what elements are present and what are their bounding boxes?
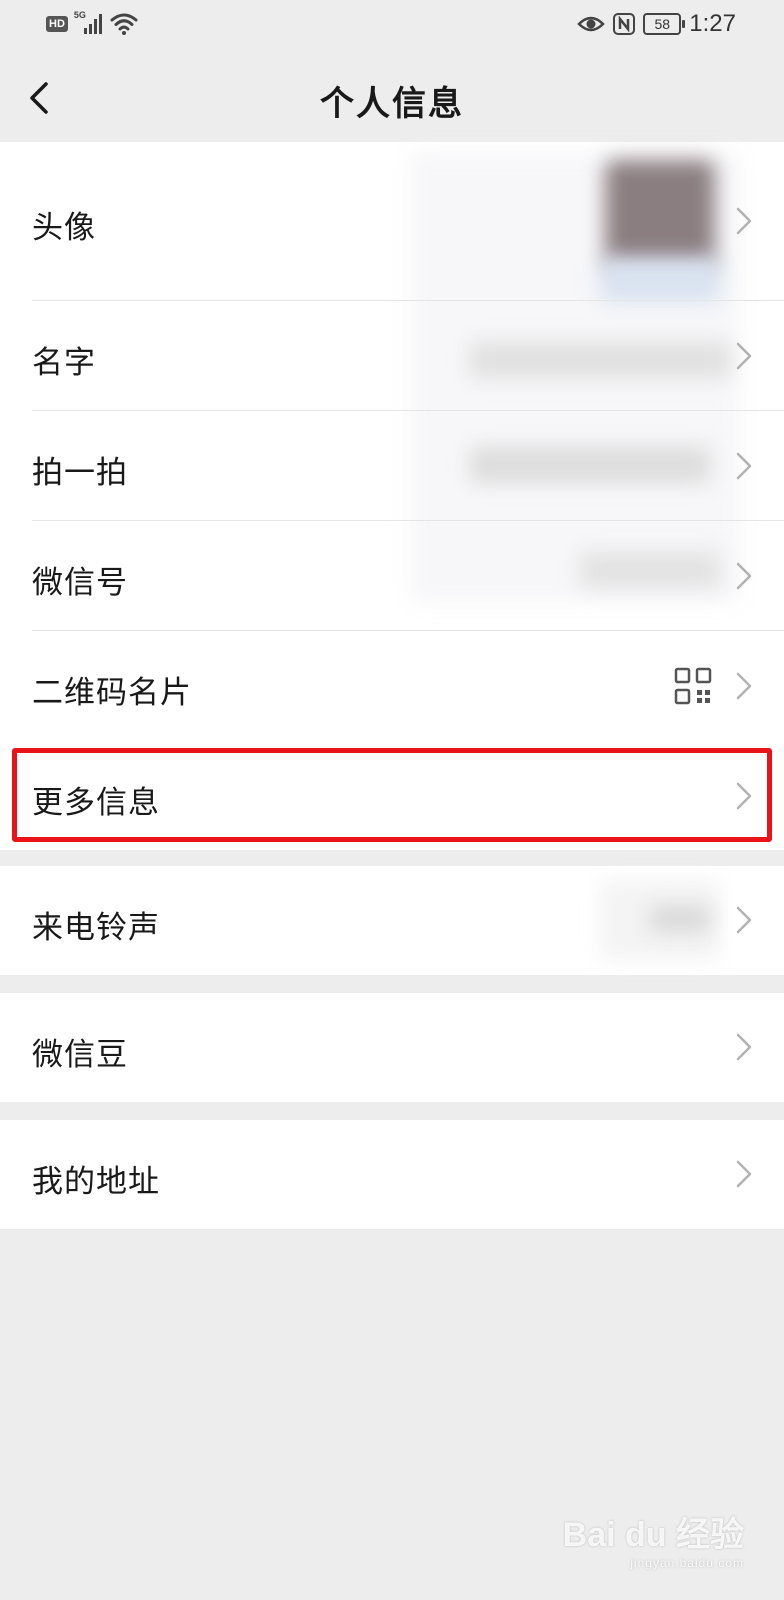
status-bar: HD 5G 58 1:27	[0, 0, 784, 50]
chevron-right-icon	[736, 342, 752, 370]
row-label: 更多信息	[32, 785, 160, 821]
row-label: 我的地址	[32, 1164, 160, 1200]
row-qr-code[interactable]: 二维码名片	[0, 631, 784, 741]
hd-icon: HD	[46, 16, 68, 32]
row-label: 二维码名片	[32, 675, 192, 711]
chevron-right-icon	[736, 672, 752, 700]
status-right-group: 58 1:27	[577, 10, 736, 38]
signal-icon: 5G	[73, 10, 104, 36]
network-type-label: 5G	[73, 10, 86, 20]
chevron-right-icon	[736, 782, 752, 810]
row-label: 头像	[32, 210, 96, 246]
row-pat[interactable]: 拍一拍	[0, 411, 784, 521]
battery-level: 58	[654, 16, 671, 32]
chevron-right-icon	[736, 207, 752, 235]
row-label: 名字	[32, 345, 96, 381]
chevron-right-icon	[736, 452, 752, 480]
row-avatar[interactable]: 头像	[0, 142, 784, 300]
page-title: 个人信息	[320, 84, 464, 124]
row-label: 拍一拍	[32, 455, 128, 491]
row-label: 微信号	[32, 565, 128, 601]
watermark: Bai du 经验 jingyan.baidu.com	[563, 1507, 744, 1570]
row-more-info[interactable]: 更多信息	[0, 741, 784, 850]
battery-icon: 58	[643, 13, 686, 35]
row-ringtone[interactable]: 来电铃声	[0, 866, 784, 975]
chevron-right-icon	[736, 906, 752, 934]
profile-group: 头像 名字 拍一拍 微信号 二维码名片 更多信息	[0, 142, 784, 850]
chevron-right-icon	[736, 1160, 752, 1188]
row-name[interactable]: 名字	[0, 301, 784, 411]
watermark-sub: jingyan.baidu.com	[630, 1556, 744, 1570]
eye-icon	[577, 16, 606, 32]
chevron-right-icon	[736, 562, 752, 590]
nfc-icon	[613, 13, 636, 35]
row-label: 来电铃声	[32, 910, 160, 946]
row-my-address[interactable]: 我的地址	[0, 1120, 784, 1229]
row-wechat-beans[interactable]: 微信豆	[0, 993, 784, 1102]
wifi-icon	[110, 13, 138, 35]
qr-code-icon	[674, 667, 712, 705]
status-left-group: HD 5G	[46, 10, 138, 36]
beans-group: 微信豆	[0, 993, 784, 1102]
chevron-right-icon	[736, 1033, 752, 1061]
row-wechat-id[interactable]: 微信号	[0, 521, 784, 631]
row-label: 微信豆	[32, 1037, 128, 1073]
ringtone-group: 来电铃声	[0, 866, 784, 975]
watermark-main: Bai du 经验	[562, 1516, 744, 1554]
status-time: 1:27	[689, 10, 736, 37]
address-group: 我的地址	[0, 1120, 784, 1229]
nav-bar: 个人信息	[0, 50, 784, 142]
